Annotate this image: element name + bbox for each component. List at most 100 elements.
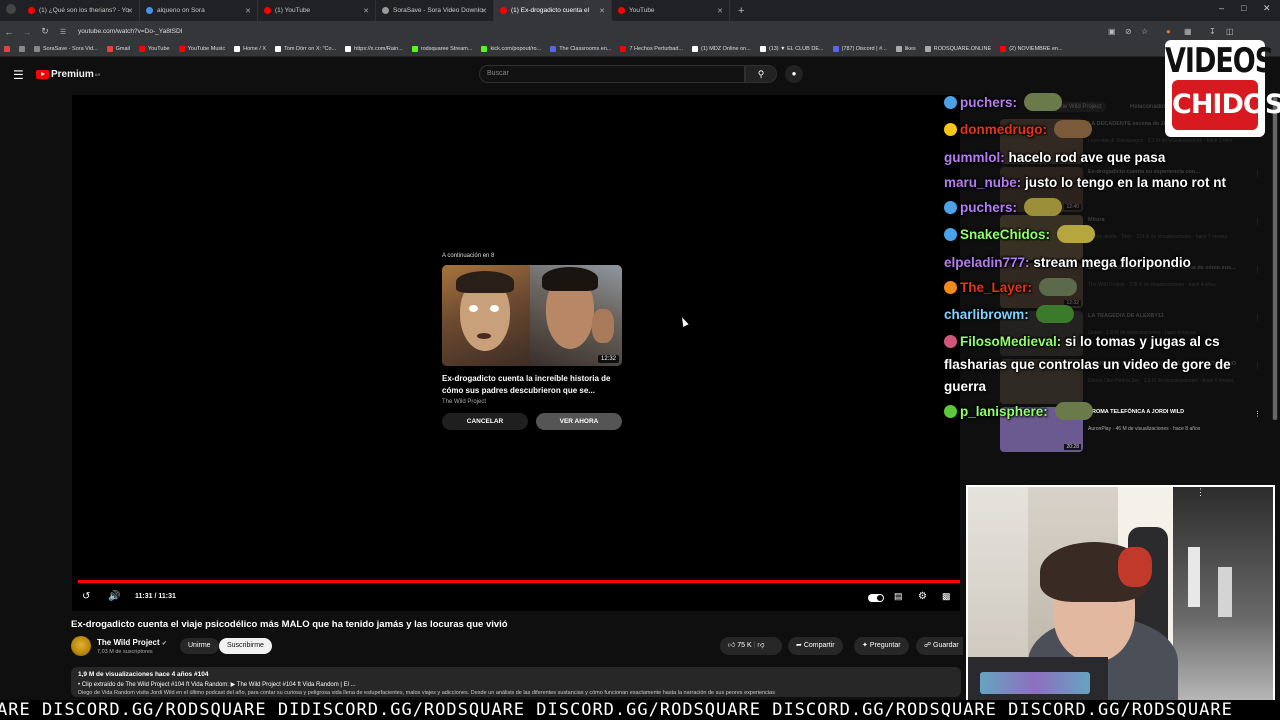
browser-tab[interactable]: (1) ¿Qué son los therians? - Yo ✕ bbox=[22, 0, 140, 21]
chat-emote-icon bbox=[1054, 402, 1093, 420]
autoplay-toggle[interactable] bbox=[868, 594, 884, 602]
save-button[interactable]: ☍ Guardar bbox=[916, 637, 963, 655]
search-button[interactable]: ⚲ bbox=[745, 65, 777, 83]
upnext-title[interactable]: Ex-drogadicto cuenta la increíble histor… bbox=[442, 373, 622, 397]
sparkle-icon: ✦ bbox=[862, 642, 868, 649]
youtube-play-icon bbox=[36, 70, 49, 79]
subtitles-icon[interactable]: ▤ bbox=[894, 591, 903, 602]
page-scrollbar-thumb[interactable] bbox=[1273, 95, 1277, 420]
apps-icon[interactable] bbox=[4, 46, 13, 52]
bookmark-item[interactable]: RODSQUARE.ONLINE bbox=[924, 46, 991, 52]
more-options-icon[interactable]: ⋮ bbox=[1254, 362, 1261, 370]
browser-tab[interactable]: (1) Ex-drogadicto cuenta el ✕ bbox=[494, 0, 612, 21]
clip-line[interactable]: • Clip extraído de The Wild Project #104… bbox=[78, 681, 356, 688]
channel-name[interactable]: The Wild Project ✔ bbox=[97, 638, 167, 647]
join-button[interactable]: Unirme bbox=[180, 638, 219, 654]
progress-bar[interactable] bbox=[78, 580, 960, 583]
bookmark-item[interactable]: https://x.com/Rain... bbox=[345, 46, 403, 52]
webcam-menu-icon: ⋮ bbox=[1196, 487, 1205, 497]
tab-search-icon[interactable] bbox=[6, 4, 16, 14]
bookmark-label: YouTube Music bbox=[187, 46, 226, 52]
tab-close-icon[interactable]: ✕ bbox=[127, 7, 133, 15]
description-box[interactable]: 1,9 M de visualizaciones hace 4 años #10… bbox=[71, 667, 961, 697]
more-options-icon[interactable]: ⋮ bbox=[1254, 410, 1261, 418]
extensions-puzzle-icon[interactable]: ▦ bbox=[1184, 27, 1192, 36]
subscribe-button[interactable]: Suscribirme bbox=[219, 638, 272, 654]
voice-search-button[interactable]: ● bbox=[785, 65, 803, 83]
forward-icon[interactable]: → bbox=[18, 27, 36, 37]
bookmark-list: SoraSave - Sora Vid... Gmail YouTube YouTub… bbox=[34, 46, 1072, 52]
browser-tab[interactable]: YouTube ✕ bbox=[612, 0, 730, 21]
bookmark-item[interactable]: SoraSave - Sora Vid... bbox=[34, 46, 98, 52]
search-input[interactable]: Buscar bbox=[479, 65, 745, 83]
bookmark-item[interactable]: (2) NOVIEMBRE en... bbox=[1000, 46, 1063, 52]
more-options-icon[interactable]: ⋮ bbox=[1254, 170, 1261, 178]
browser-tab[interactable]: SoraSave - Sora Video Downlo ✕ bbox=[376, 0, 494, 21]
extension-icon[interactable]: ● bbox=[1166, 27, 1171, 36]
bookmark-item[interactable]: rodsquaree Stream... bbox=[411, 46, 472, 52]
bookmark-star-icon[interactable]: ☆ bbox=[1141, 27, 1148, 36]
new-tab-button[interactable]: + bbox=[738, 5, 744, 17]
ask-button[interactable]: ✦ Preguntar bbox=[854, 637, 909, 655]
bookmark-item[interactable]: (1) MDZ Online on... bbox=[691, 46, 751, 52]
tab-close-icon[interactable]: ✕ bbox=[599, 7, 605, 15]
sidebar-icon[interactable]: ◫ bbox=[1226, 27, 1234, 36]
back-icon[interactable]: ← bbox=[0, 27, 18, 37]
upnext-channel[interactable]: The Wild Project bbox=[442, 399, 622, 405]
settings-gear-icon[interactable]: ⚙ bbox=[918, 591, 927, 602]
bookmark-label: 7 Hechos Perturbad... bbox=[629, 46, 683, 52]
bookmark-item[interactable]: YouTube Music bbox=[178, 46, 226, 52]
browser-tab[interactable]: alqueno on Sora ✕ bbox=[140, 0, 258, 21]
bookmark-item[interactable]: (13) ▼ EL CLUB DE... bbox=[759, 46, 824, 52]
eye-off-icon[interactable]: ⊘ bbox=[1125, 27, 1132, 36]
like-button[interactable]: 👍︎ 75 K | 👎︎ bbox=[720, 637, 782, 655]
maximize-icon[interactable]: □ bbox=[1241, 3, 1246, 13]
watch-now-button[interactable]: VER AHORA bbox=[536, 413, 622, 430]
channel-avatar[interactable] bbox=[71, 636, 91, 656]
replay-icon[interactable]: ↺ bbox=[82, 591, 90, 602]
bookmark-item[interactable]: kick.com/popout/ro... bbox=[481, 46, 541, 52]
tab-close-icon[interactable]: ✕ bbox=[717, 7, 723, 15]
more-options-icon[interactable]: ⋮ bbox=[1254, 218, 1261, 226]
download-icon[interactable]: ↧ bbox=[1209, 27, 1216, 36]
browser-tab[interactable]: (1) YouTube ✕ bbox=[258, 0, 376, 21]
volume-icon[interactable]: 🔊 bbox=[108, 591, 120, 602]
discord-ticker: ARE DISCORD.GG/RODSQUARE DIDISCORD.GG/RO… bbox=[0, 700, 1280, 720]
reload-icon[interactable]: ↻ bbox=[36, 26, 54, 37]
description-text: Diego de Vida Random visita Jordi Wild e… bbox=[78, 690, 775, 696]
cast-icon[interactable]: ▣ bbox=[1108, 27, 1116, 36]
more-options-icon[interactable]: ⋮ bbox=[1254, 266, 1261, 274]
tab-favicon-icon bbox=[500, 7, 507, 14]
miniplayer-icon[interactable]: ▩ bbox=[942, 591, 951, 602]
bookmark-item[interactable]: Home / X bbox=[234, 46, 266, 52]
bookmark-item[interactable]: (787) Discord | #... bbox=[832, 46, 887, 52]
tab-close-icon[interactable]: ✕ bbox=[363, 7, 369, 15]
bookmark-label: (1) MDZ Online on... bbox=[700, 46, 751, 52]
bookmark-item[interactable]: The Classrooms en... bbox=[550, 46, 611, 52]
youtube-premium-logo[interactable]: Premium AR bbox=[36, 69, 100, 80]
menu-icon[interactable]: ☰ bbox=[13, 68, 24, 82]
bookmark-item[interactable]: 7 Hechos Perturbad... bbox=[620, 46, 683, 52]
cancel-button[interactable]: CANCELAR bbox=[442, 413, 528, 430]
bookmark-item[interactable]: Gmail bbox=[106, 46, 130, 52]
close-window-icon[interactable]: ✕ bbox=[1263, 3, 1271, 14]
address-bar-row: ← → ↻ ☰ youtube.com/watch?v=Do-_Ya8tSDI bbox=[0, 21, 1280, 42]
share-button[interactable]: ➦ Compartir bbox=[788, 637, 843, 655]
minimize-icon[interactable]: – bbox=[1219, 3, 1224, 13]
tab-close-icon[interactable]: ✕ bbox=[245, 7, 251, 15]
chat-text: si lo tomas y jugas al cs bbox=[1065, 334, 1220, 349]
more-options-icon[interactable]: ⋮ bbox=[1254, 314, 1261, 322]
url-field[interactable]: youtube.com/watch?v=Do-_Ya8tSDI bbox=[78, 28, 182, 35]
bookmark-item[interactable]: YouTube bbox=[139, 46, 170, 52]
related-duration: 20:28 bbox=[1064, 444, 1081, 450]
ask-label: Preguntar bbox=[869, 642, 901, 649]
tab-label: YouTube bbox=[629, 7, 655, 14]
tab-close-icon[interactable]: ✕ bbox=[481, 7, 487, 15]
bookmark-item[interactable]: Tom Dörr on X: "Co... bbox=[275, 46, 336, 52]
upnext-thumbnail[interactable]: 12:32 bbox=[442, 265, 622, 366]
apps-grid-icon[interactable] bbox=[19, 46, 28, 52]
tab-label: (1) YouTube bbox=[275, 7, 311, 14]
site-info-icon[interactable]: ☰ bbox=[54, 28, 72, 36]
bookmark-item[interactable]: likes bbox=[895, 46, 916, 52]
search-icon: ⚲ bbox=[757, 69, 765, 79]
